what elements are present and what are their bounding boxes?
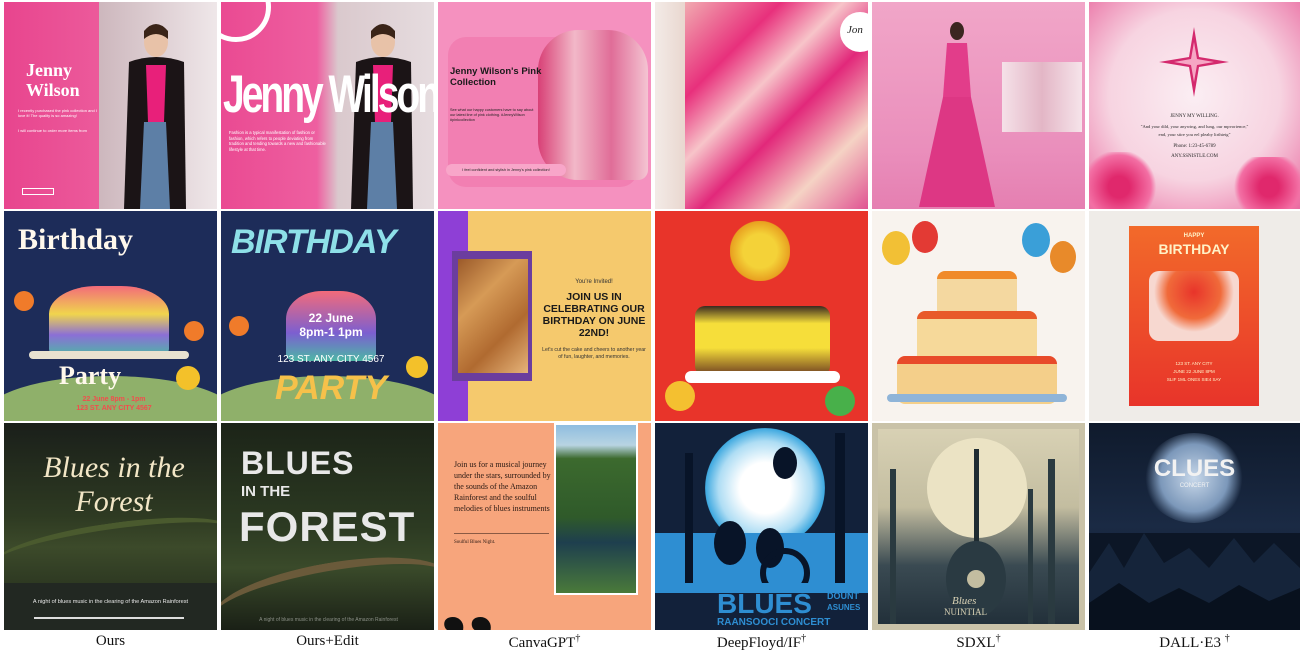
row3-canva-divider (454, 533, 549, 534)
row3-deepfloyd-small1: DOUNT (827, 591, 859, 601)
caption-deepfloyd: DeepFloyd/IF† (716, 633, 807, 651)
row1-edit-body: Fashion is a typical manifestation of fa… (229, 130, 326, 152)
row1-deepfloyd-tag: Jon (847, 24, 863, 36)
row3-deepfloyd-poster: BLUES DOUNT ASUNES RAANSOOCI CONCERT (655, 423, 868, 630)
row1-dalle-line2: "And your dild, your anywing, and lung, … (1140, 124, 1249, 129)
row1-edit-title: Jenny Wilson (223, 66, 434, 125)
row2-edit-date: 22 June (308, 311, 354, 325)
row2-ours-date: 22 June 8pm - 1pm (82, 396, 146, 403)
row3-dalle-sub: CONCERT (1179, 483, 1210, 489)
row2-ours-address: 123 ST. ANY CITY 4567 (76, 405, 152, 412)
row2-edit-time: 8pm-1 1pm (299, 325, 363, 339)
row2-dalle-birthday: BIRTHDAY (1158, 241, 1230, 257)
comparison-grid: Jenny Wilson I recently purchased the pin… (4, 2, 1300, 630)
quote-icon: ,, (440, 535, 495, 630)
row1-dalle-line1: JENNY MY WILLING. (1170, 114, 1219, 119)
row1-ours-poster: Jenny Wilson I recently purchased the pin… (4, 2, 217, 209)
row2-canva-headline: JOIN US IN CELEBRATING OUR BIRTHDAY ON J… (542, 291, 646, 339)
row1-canva-footer: I feel confident and stylish in Jenny's … (446, 164, 566, 176)
star-icon (1159, 27, 1229, 97)
row1-ours-body2: I will continue to order more items from (18, 128, 87, 133)
row3-edit-caption: A night of blues music in the clearing o… (259, 617, 398, 623)
caption-dalle3: DALL·E3 † (1159, 633, 1230, 651)
row1-dalle-poster: JENNY MY WILLING. "And your dild, your a… (1089, 2, 1300, 209)
row2-sdxl-poster (872, 211, 1085, 421)
caption-canvagpt: CanvaGPT† (508, 633, 581, 651)
guitar-forest-icon (890, 449, 1055, 624)
row1-sdxl-poster (872, 2, 1085, 209)
row3-sdxl-text2: NUINTIAL (944, 607, 987, 617)
caption-sdxl: SDXL† (956, 633, 1001, 651)
forest-silhouette-icon (1089, 533, 1300, 630)
row3-canva-poster: Join us for a musical journey under the … (438, 423, 651, 630)
row3-ours-bar (34, 617, 184, 619)
row1-ours-button (22, 188, 54, 195)
row1-canva-body: See what our happy customers have to say… (450, 108, 534, 122)
row1-dalle-line3: end, your stire you eel pleaby lirthteig… (1158, 132, 1231, 137)
row3-edit-poster: BLUES IN THE FOREST A night of blues mus… (221, 423, 434, 630)
monkey-silhouette-icon (685, 433, 845, 583)
row1-canva-poster: Jenny Wilson's Pink Collection See what … (438, 2, 651, 209)
row1-ours-body1: I recently purchased the pink collection… (18, 108, 97, 118)
woman-figure-icon (124, 24, 186, 209)
row3-deepfloyd-bottom: RAANSOOCI CONCERT (717, 617, 831, 628)
row2-ours-title: Birthday (18, 223, 134, 256)
row2-edit-title: BIRTHDAY (231, 223, 397, 261)
row2-dalle-small2: JUNE 22 JUNE 8PM (1173, 369, 1215, 374)
row2-dalle-happy: HAPPY (1183, 233, 1205, 239)
row3-sdxl-poster: Blues NUINTIAL (872, 423, 1085, 630)
row2-deepfloyd-poster (655, 211, 868, 421)
row2-canva-invite: You're Invited! (575, 279, 613, 285)
row2-dalle-poster: HAPPY BIRTHDAY 123 ST. ANY CITY JUNE 22 … (1089, 211, 1300, 421)
row1-ours-title: Jenny Wilson (26, 60, 80, 100)
row2-ours-poster: Birthday Party 22 June 8pm - 1pm 123 ST.… (4, 211, 217, 421)
row3-deepfloyd-blues: BLUES (717, 588, 812, 619)
row1-edit-poster: Jenny Wilson Fashion is a typical manife… (221, 2, 434, 209)
row3-dalle-poster: CLUES CONCERT (1089, 423, 1300, 630)
row3-ours-title: Blues in the Forest (43, 451, 185, 518)
row3-dalle-title: CLUES (1153, 455, 1236, 482)
row2-ours-party: Party (59, 361, 122, 390)
row3-ours-poster: Blues in the Forest A night of blues musi… (4, 423, 217, 630)
model-figure-icon (919, 22, 995, 207)
row3-edit-l2: IN THE (241, 483, 291, 500)
caption-ours-edit: Ours+Edit (296, 633, 359, 649)
row1-deepfloyd-poster: Jon (655, 2, 868, 209)
row2-canva-poster: You're Invited! JOIN US IN CELEBRATING O… (438, 211, 651, 421)
row1-dalle-line4: Phone: 1:23-45-6789 (1173, 144, 1216, 149)
row3-ours-caption: A night of blues music in the clearing o… (32, 599, 189, 605)
row3-canva-body: Join us for a musical journey under the … (454, 460, 551, 513)
row1-canva-title: Jenny Wilson's Pink Collection (450, 66, 542, 88)
row2-edit-party: PARTY (274, 369, 388, 407)
row3-edit-l3: FOREST (239, 503, 416, 550)
row2-edit-address: 123 ST. ANY CITY 4567 (277, 354, 385, 365)
row3-deepfloyd-small2: ASUNES (827, 603, 861, 612)
row2-dalle-small3: SLIF 1ML ONES SIE4 SAY (1166, 377, 1222, 382)
row2-dalle-small1: 123 ST. ANY CITY (1175, 361, 1213, 366)
row2-canva-body: Let's cut the cake and cheers to another… (542, 347, 646, 360)
row3-sdxl-text1: Blues (952, 595, 977, 607)
row2-edit-poster: BIRTHDAY 22 June 8pm-1 1pm 123 ST. ANY C… (221, 211, 434, 421)
row3-edit-l1: BLUES (241, 445, 355, 481)
caption-ours: Ours (95, 633, 126, 649)
